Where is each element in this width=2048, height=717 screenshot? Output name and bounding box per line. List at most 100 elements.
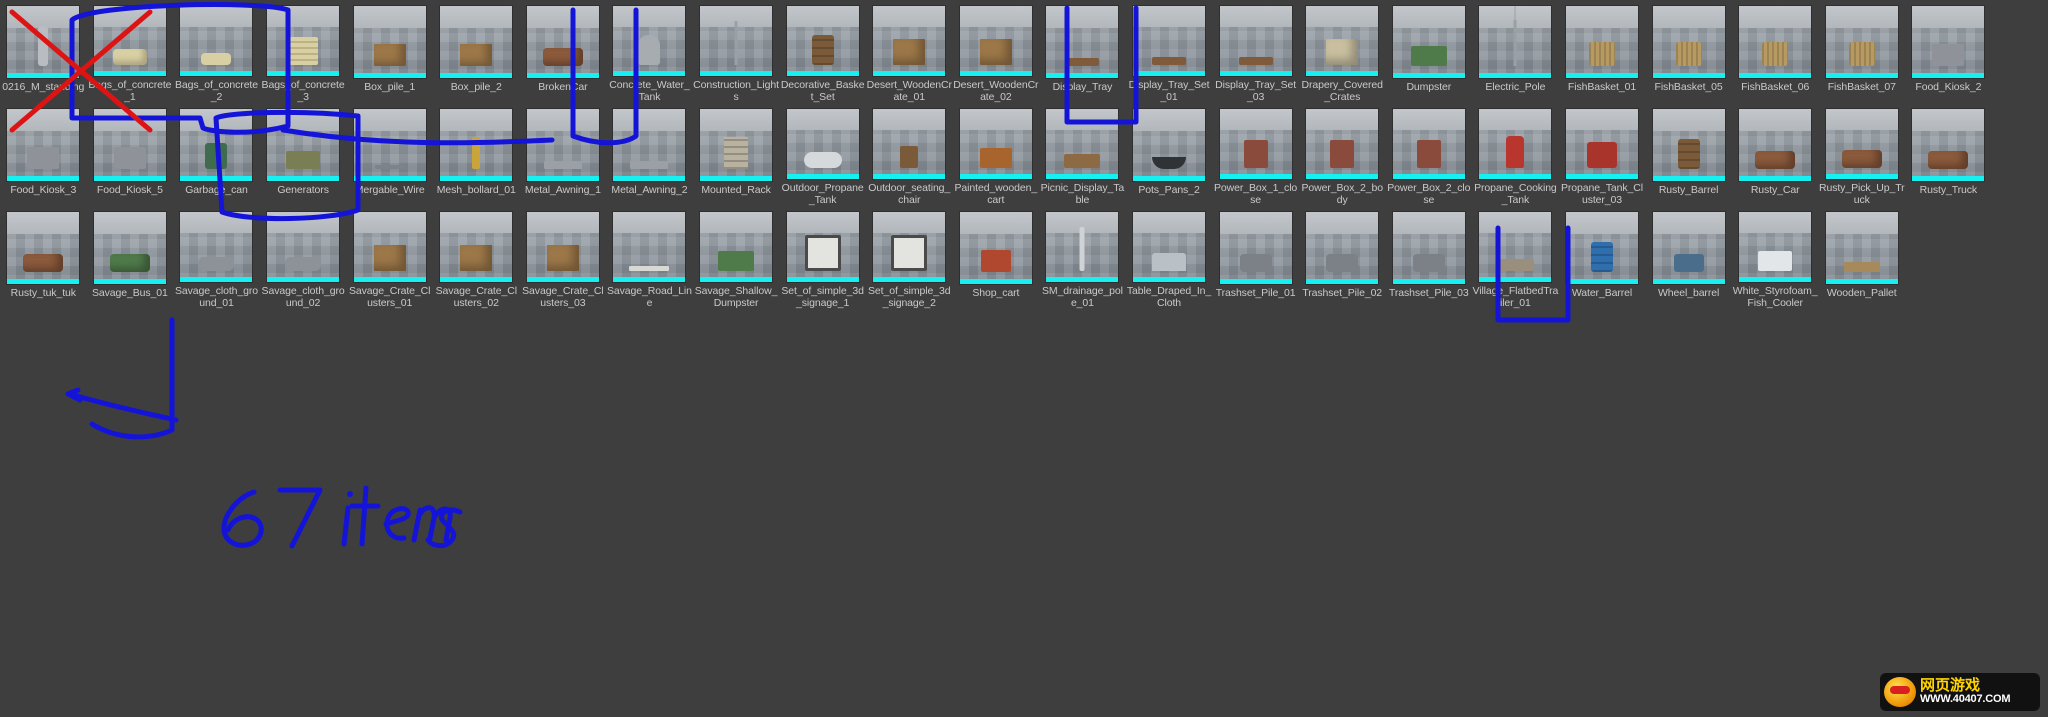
asset-thumbnail[interactable] [1046, 109, 1119, 179]
asset-tile[interactable]: Box_pile_1 [346, 0, 433, 103]
asset-tile[interactable]: Propane_Cooking_Tank [1472, 103, 1559, 206]
asset-tile[interactable]: 0216_M_standing [0, 0, 87, 103]
asset-thumbnail[interactable] [526, 212, 599, 282]
asset-tile[interactable]: Power_Box_2_body [1299, 103, 1386, 206]
asset-tile[interactable]: Table_Draped_In_Cloth [1126, 206, 1213, 309]
asset-tile[interactable]: Set_of_simple_3d_signage_1 [779, 206, 866, 309]
asset-thumbnail[interactable] [440, 6, 513, 78]
asset-tile[interactable]: Generators [260, 103, 347, 206]
asset-thumbnail[interactable] [1306, 109, 1379, 179]
asset-thumbnail[interactable] [440, 109, 513, 181]
asset-tile[interactable]: FishBasket_01 [1559, 0, 1646, 103]
asset-tile[interactable]: Display_Tray_Set_01 [1126, 0, 1213, 103]
asset-thumbnail[interactable] [1219, 109, 1292, 179]
asset-tile[interactable]: Desert_WoodenCrate_01 [866, 0, 953, 103]
asset-thumbnail[interactable] [1046, 6, 1119, 78]
asset-thumbnail[interactable] [180, 109, 253, 181]
asset-thumbnail[interactable] [873, 212, 946, 282]
asset-thumbnail[interactable] [959, 6, 1032, 76]
asset-thumbnail[interactable] [1133, 212, 1206, 282]
asset-tile[interactable]: Box_pile_2 [433, 0, 520, 103]
asset-thumbnail[interactable] [613, 212, 686, 282]
asset-tile[interactable]: SM_drainage_pole_01 [1039, 206, 1126, 309]
asset-thumbnail[interactable] [1219, 212, 1292, 284]
asset-tile[interactable]: Mounted_Rack [693, 103, 780, 206]
asset-tile[interactable]: Propane_Tank_Cluster_03 [1559, 103, 1646, 206]
asset-tile[interactable]: Food_Kiosk_2 [1905, 0, 1992, 103]
asset-thumbnail[interactable] [1392, 109, 1465, 179]
asset-tile[interactable]: Garbage_can [173, 103, 260, 206]
asset-tile[interactable]: BrokenCar [520, 0, 607, 103]
asset-tile[interactable]: Savage_Crate_Clusters_02 [433, 206, 520, 309]
asset-thumbnail[interactable] [1479, 109, 1552, 179]
asset-tile[interactable]: FishBasket_07 [1818, 0, 1905, 103]
asset-tile[interactable]: Mergable_Wire [346, 103, 433, 206]
asset-tile[interactable]: Mesh_bollard_01 [433, 103, 520, 206]
asset-thumbnail[interactable] [1739, 109, 1812, 181]
asset-tile[interactable]: Rusty_Truck [1905, 103, 1992, 206]
asset-thumbnail[interactable] [1392, 6, 1465, 78]
asset-tile[interactable]: Power_Box_2_close [1386, 103, 1473, 206]
asset-tile[interactable]: Electric_Pole [1472, 0, 1559, 103]
asset-tile[interactable]: Village_FlatbedTrailer_01 [1472, 206, 1559, 309]
asset-tile[interactable]: Savage_Bus_01 [87, 206, 174, 309]
asset-thumbnail[interactable] [526, 109, 599, 181]
asset-tile[interactable]: Savage_Road_Line [606, 206, 693, 309]
asset-tile[interactable]: Desert_WoodenCrate_02 [953, 0, 1040, 103]
asset-tile[interactable]: Dumpster [1386, 0, 1473, 103]
asset-thumbnail[interactable] [1739, 212, 1812, 282]
asset-thumbnail[interactable] [1392, 212, 1465, 284]
asset-tile[interactable]: Rusty_tuk_tuk [0, 206, 87, 309]
asset-thumbnail[interactable] [526, 6, 599, 78]
asset-tile[interactable]: Pots_Pans_2 [1126, 103, 1213, 206]
asset-thumbnail[interactable] [1306, 6, 1379, 76]
asset-tile[interactable]: Display_Tray [1039, 0, 1126, 103]
asset-tile[interactable]: FishBasket_05 [1645, 0, 1732, 103]
asset-thumbnail[interactable] [613, 6, 686, 76]
asset-thumbnail[interactable] [1825, 6, 1898, 78]
asset-tile[interactable]: Drapery_Covered_Crates [1299, 0, 1386, 103]
asset-thumbnail[interactable] [1739, 6, 1812, 78]
asset-thumbnail[interactable] [353, 109, 426, 181]
asset-tile[interactable]: Savage_cloth_ground_02 [260, 206, 347, 309]
asset-thumbnail[interactable] [959, 212, 1032, 284]
asset-thumbnail[interactable] [700, 109, 773, 181]
asset-tile[interactable]: Metal_Awning_2 [606, 103, 693, 206]
asset-thumbnail[interactable] [7, 212, 80, 284]
asset-thumbnail[interactable] [1912, 6, 1985, 78]
asset-tile[interactable]: Water_Barrel [1559, 206, 1646, 309]
asset-thumbnail[interactable] [1652, 109, 1725, 181]
asset-tile[interactable]: Food_Kiosk_3 [0, 103, 87, 206]
asset-tile[interactable]: Rusty_Car [1732, 103, 1819, 206]
asset-tile[interactable]: Metal_Awning_1 [520, 103, 607, 206]
asset-thumbnail[interactable] [93, 212, 166, 284]
asset-tile[interactable]: White_Styrofoam_Fish_Cooler [1732, 206, 1819, 309]
asset-thumbnail[interactable] [1306, 212, 1379, 284]
asset-tile[interactable]: Decorative_Basket_Set [779, 0, 866, 103]
asset-thumbnail[interactable] [1565, 109, 1638, 179]
asset-thumbnail[interactable] [1133, 6, 1206, 76]
asset-thumbnail[interactable] [93, 109, 166, 181]
asset-tile[interactable]: Bags_of_concrete_1 [87, 0, 174, 103]
asset-thumbnail[interactable] [353, 6, 426, 78]
asset-tile[interactable]: Concrete_Water_Tank [606, 0, 693, 103]
asset-tile[interactable]: Food_Kiosk_5 [87, 103, 174, 206]
asset-thumbnail[interactable] [1219, 6, 1292, 76]
asset-tile[interactable]: Savage_Shallow_Dumpster [693, 206, 780, 309]
asset-thumbnail[interactable] [353, 212, 426, 282]
asset-tile[interactable]: Savage_Crate_Clusters_01 [346, 206, 433, 309]
asset-thumbnail[interactable] [786, 109, 859, 179]
asset-thumbnail[interactable] [1565, 212, 1638, 284]
asset-thumbnail[interactable] [267, 109, 340, 181]
asset-tile[interactable]: Outdoor_seating_chair [866, 103, 953, 206]
asset-thumbnail[interactable] [959, 109, 1032, 179]
asset-thumbnail[interactable] [7, 6, 80, 78]
asset-thumbnail[interactable] [1479, 212, 1552, 282]
asset-thumbnail[interactable] [873, 6, 946, 76]
asset-thumbnail[interactable] [180, 212, 253, 282]
asset-tile[interactable]: Rusty_Barrel [1645, 103, 1732, 206]
asset-thumbnail[interactable] [873, 109, 946, 179]
asset-thumbnail[interactable] [1912, 109, 1985, 181]
asset-thumbnail[interactable] [1565, 6, 1638, 78]
asset-thumbnail[interactable] [1652, 6, 1725, 78]
